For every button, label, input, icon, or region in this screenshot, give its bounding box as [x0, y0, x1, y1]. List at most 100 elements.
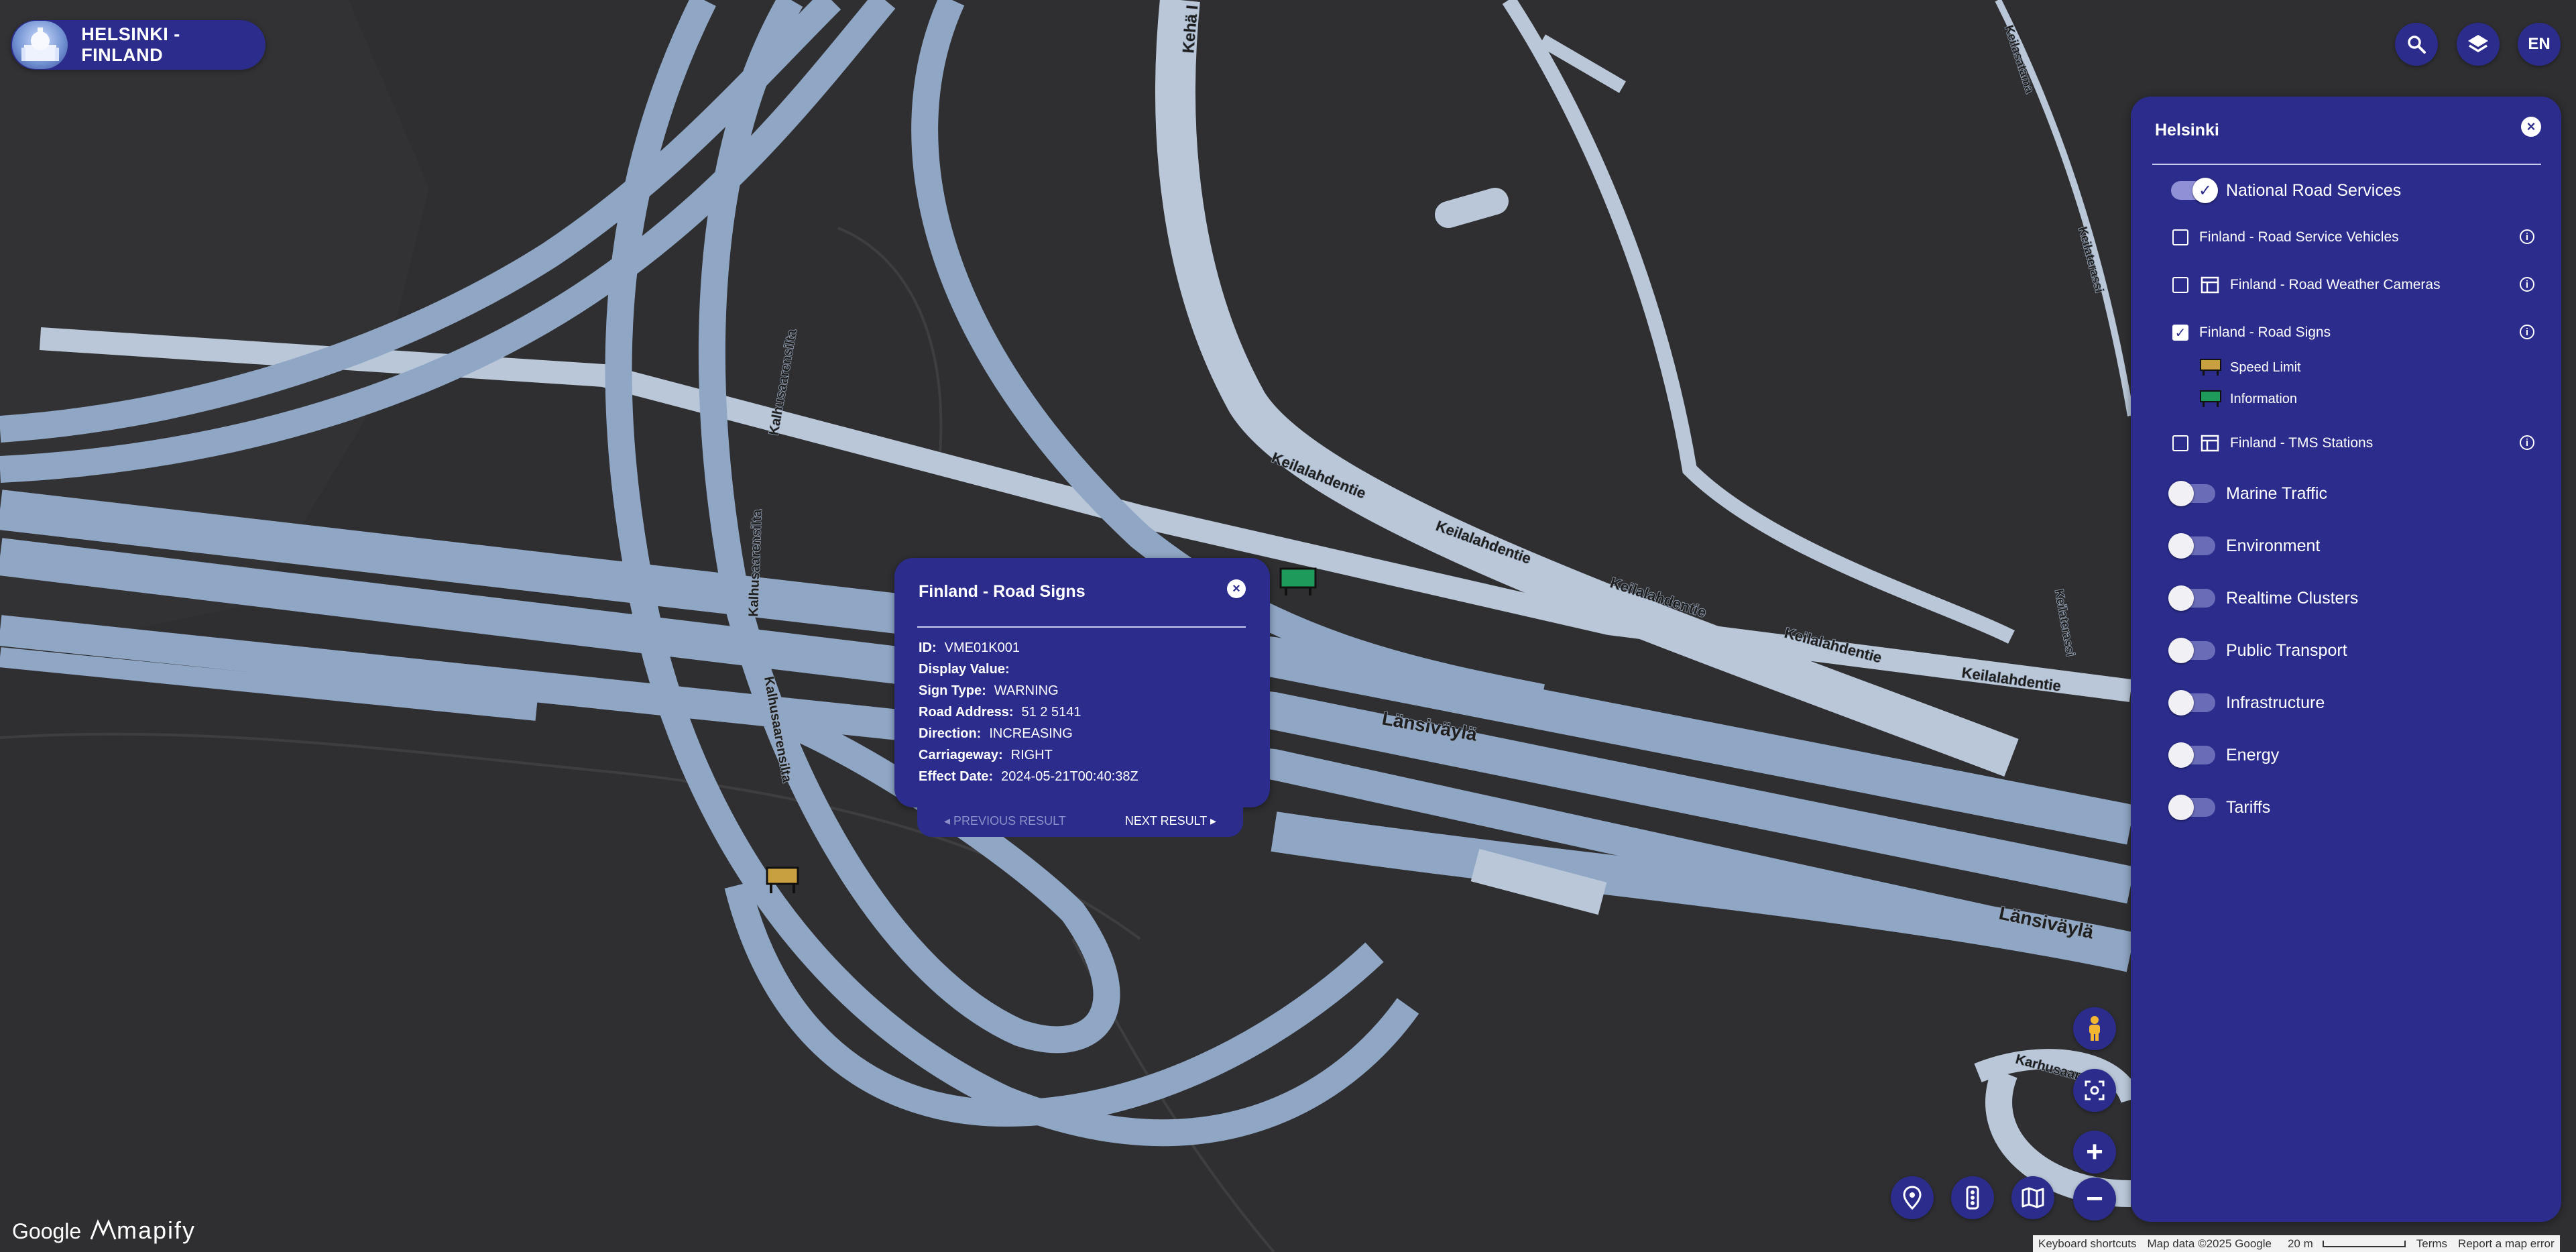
section-label: Marine Traffic [2226, 483, 2327, 503]
toggle-switch[interactable]: ✓ [2171, 178, 2218, 203]
attr-row: Road Address: 51 2 5141 [919, 701, 1138, 723]
table-icon [2201, 435, 2219, 452]
attr-value: 2024-05-21T00:40:38Z [1001, 769, 1138, 784]
mapify-label: mapify [117, 1216, 196, 1244]
attr-value: 51 2 5141 [1021, 704, 1081, 720]
layer-label: Finland - Road Weather Cameras [2230, 277, 2441, 292]
search-icon [2408, 36, 2426, 54]
check-icon: ✓ [2198, 181, 2213, 200]
panel-close-button[interactable]: × [2521, 117, 2541, 137]
panel-divider [2152, 164, 2541, 165]
section-label: Energy [2226, 745, 2280, 764]
close-icon: × [1232, 581, 1240, 596]
helsinki-cathedral-logo [12, 21, 68, 69]
search-button[interactable] [2395, 23, 2438, 66]
section-marine-traffic[interactable]: Marine Traffic [2168, 479, 2327, 508]
attr-key: Effect Date: [919, 769, 994, 784]
toggle-switch[interactable] [2168, 795, 2215, 820]
layer-checkbox[interactable]: ✓ [2172, 325, 2188, 341]
toggle-switch[interactable] [2168, 585, 2215, 611]
mapify-mark-icon [90, 1219, 117, 1240]
report-map-error-link[interactable]: Report a map error [2453, 1237, 2560, 1251]
location-button[interactable] [1891, 1176, 1934, 1219]
city-title-pill[interactable]: HELSINKI - FINLAND [11, 20, 266, 70]
attr-value: RIGHT [1010, 747, 1053, 762]
attr-key: Sign Type: [919, 683, 986, 698]
section-label: Public Transport [2226, 640, 2347, 660]
attr-key: Direction: [919, 726, 982, 741]
layer-checkbox[interactable] [2172, 435, 2188, 451]
pegman-icon [2089, 1016, 2100, 1041]
scale-bar [2322, 1240, 2406, 1247]
scale-label: 20 m [2287, 1237, 2313, 1250]
traffic-button[interactable] [1951, 1176, 1994, 1219]
attr-key: Display Value: [919, 661, 1010, 677]
layer-checkbox[interactable] [2172, 229, 2188, 245]
layers-panel: Helsinki × ✓ National Road Services Finl… [2131, 97, 2561, 1222]
section-infrastructure[interactable]: Infrastructure [2168, 688, 2325, 718]
close-icon: × [2526, 118, 2536, 135]
next-result-button[interactable]: NEXT RESULT ▸ [1125, 814, 1216, 828]
toggle-switch[interactable] [2168, 742, 2215, 768]
zoom-out-button[interactable]: − [2073, 1178, 2116, 1220]
layer-label: Finland - Road Signs [2199, 325, 2331, 340]
toggle-switch[interactable] [2168, 638, 2215, 663]
section-public-transport[interactable]: Public Transport [2168, 636, 2347, 665]
layer-label: Finland - TMS Stations [2230, 435, 2374, 451]
section-realtime-clusters[interactable]: Realtime Clusters [2168, 583, 2358, 613]
attr-value: VME01K001 [944, 640, 1020, 655]
info-icon[interactable]: i [2520, 435, 2534, 450]
panel-title: Helsinki [2155, 121, 2219, 139]
zoom-in-button[interactable]: + [2073, 1131, 2116, 1174]
section-label: Infrastructure [2226, 693, 2325, 712]
previous-result-button[interactable]: ◂ PREVIOUS RESULT [944, 814, 1066, 828]
street-view-button[interactable] [2073, 1007, 2116, 1050]
section-national-road-services[interactable]: ✓ National Road Services [2171, 176, 2401, 205]
layer-road-weather-cameras[interactable]: Finland - Road Weather Cameras i [2172, 272, 2534, 298]
table-icon [2201, 276, 2219, 294]
attr-row: Effect Date: 2024-05-21T00:40:38Z [919, 766, 1138, 787]
chevron-left-icon: ◂ [944, 814, 954, 828]
terms-link[interactable]: Terms [2411, 1237, 2453, 1251]
section-label: Tariffs [2226, 797, 2271, 817]
speed-limit-sign-icon [2200, 359, 2221, 376]
toggle-switch[interactable] [2168, 690, 2215, 716]
attr-row: ID: VME01K001 [919, 637, 1138, 659]
attr-key: Road Address: [919, 704, 1014, 720]
attr-value: INCREASING [989, 726, 1073, 741]
popup-title: Finland - Road Signs [919, 582, 1086, 601]
layer-checkbox[interactable] [2172, 277, 2188, 293]
map-type-button[interactable] [2011, 1176, 2054, 1219]
focus-icon [2085, 1080, 2105, 1100]
layer-road-service-vehicles[interactable]: Finland - Road Service Vehicles i [2172, 224, 2534, 251]
keyboard-shortcuts-link[interactable]: Keyboard shortcuts [2033, 1237, 2142, 1251]
city-title: HELSINKI - FINLAND [81, 24, 180, 65]
toggle-switch[interactable] [2168, 481, 2215, 506]
map-data-text: Map data ©2025 Google [2147, 1237, 2272, 1250]
information-sign-icon [2200, 390, 2221, 407]
section-environment[interactable]: Environment [2168, 531, 2321, 561]
layers-button[interactable] [2457, 23, 2500, 66]
legend-label: Speed Limit [2230, 359, 2301, 375]
legend-information: Information [2199, 388, 2297, 410]
layer-label: Finland - Road Service Vehicles [2199, 229, 2399, 245]
popup-attributes: ID: VME01K001 Display Value: Sign Type: WA… [919, 637, 1138, 787]
layer-road-signs[interactable]: ✓ Finland - Road Signs i [2172, 319, 2534, 346]
section-tariffs[interactable]: Tariffs [2168, 793, 2271, 822]
plus-icon: + [2086, 1135, 2103, 1168]
section-label: Environment [2226, 536, 2321, 555]
language-button[interactable]: EN [2518, 23, 2561, 66]
info-icon[interactable]: i [2520, 229, 2534, 244]
attr-row: Carriageway: RIGHT [919, 744, 1138, 766]
info-icon[interactable]: i [2520, 325, 2534, 339]
toggle-switch[interactable] [2168, 533, 2215, 559]
attr-key: ID: [919, 640, 937, 655]
section-energy[interactable]: Energy [2168, 740, 2280, 770]
recenter-button[interactable] [2073, 1069, 2116, 1112]
scale-indicator[interactable]: 20 m [2277, 1237, 2411, 1251]
layer-tms-stations[interactable]: Finland - TMS Stations i [2172, 430, 2534, 457]
layers-icon [2468, 35, 2488, 52]
location-pin-icon [1903, 1186, 1922, 1210]
info-icon[interactable]: i [2520, 277, 2534, 292]
popup-close-button[interactable]: × [1227, 579, 1246, 598]
